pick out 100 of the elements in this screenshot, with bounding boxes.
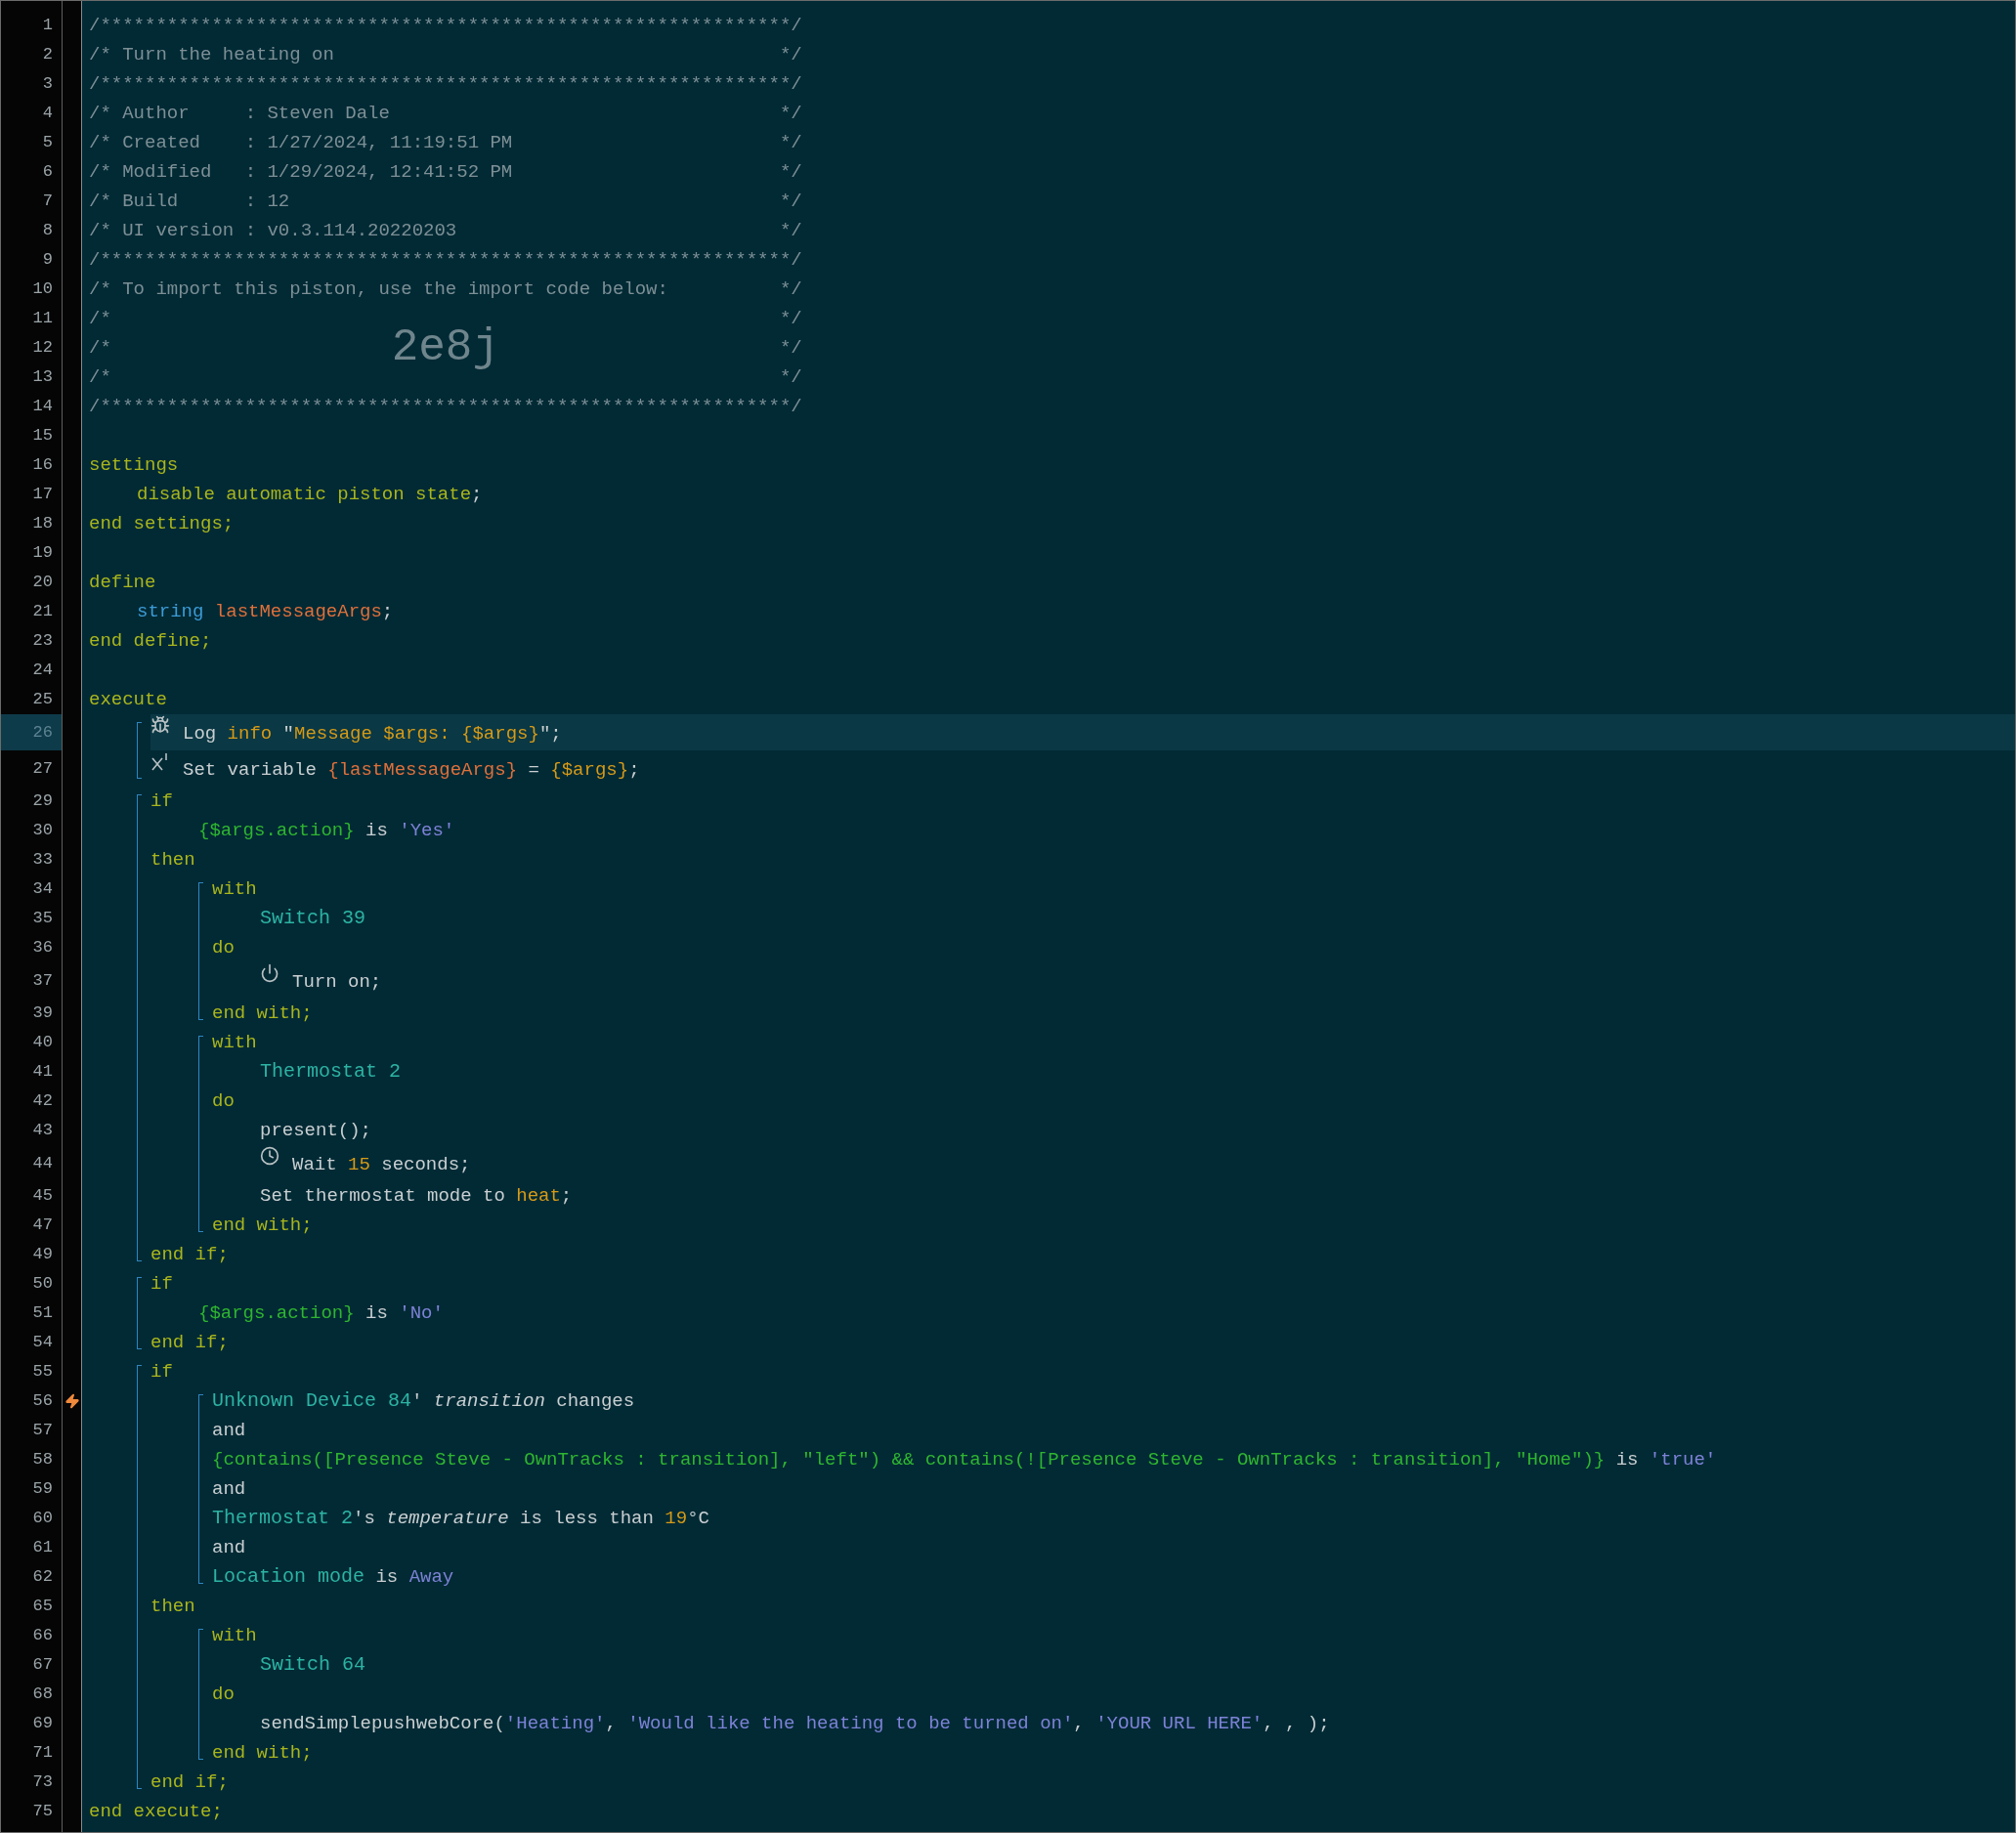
- code-line: Switch 64: [260, 1652, 366, 1678]
- line-number: 2: [41, 44, 54, 66]
- line-number: 43: [31, 1120, 54, 1142]
- line-number: 50: [31, 1273, 54, 1296]
- line-number: 57: [31, 1420, 54, 1442]
- comment-text: /* To import this piston, use the import code below:: [89, 277, 668, 302]
- import-code: 2e8j: [391, 322, 500, 373]
- comment-text: */: [779, 189, 802, 214]
- line-number: 59: [31, 1478, 54, 1501]
- line-number: 24: [31, 660, 54, 682]
- code-line: Thermostat 2's temperature is less than 19°C: [212, 1506, 709, 1531]
- line-number: 27: [31, 757, 54, 780]
- line-number: 7: [41, 191, 54, 213]
- comment-text: */: [779, 159, 802, 185]
- line-number: 10: [31, 278, 54, 301]
- comment-text: /* Turn the heating on: [89, 42, 334, 67]
- comment-text: /**************************************************************/: [89, 247, 802, 273]
- comment-text: */: [779, 130, 802, 155]
- code-line: end with;: [212, 1001, 313, 1026]
- comment-text: */: [779, 306, 802, 331]
- line-number: 73: [31, 1771, 54, 1794]
- line-number: 62: [31, 1566, 54, 1589]
- line-number: 6: [41, 161, 54, 184]
- code-line: do: [212, 1088, 235, 1114]
- line-number: 39: [31, 1002, 54, 1025]
- comment-text: /* Author : Steven Dale: [89, 101, 390, 126]
- comment-text: /**************************************************************/: [89, 71, 802, 97]
- line-number: 42: [31, 1090, 54, 1113]
- line-number: 55: [31, 1361, 54, 1384]
- code-line: end if;: [150, 1242, 229, 1267]
- line-number: 23: [31, 630, 54, 653]
- line-number: 16: [31, 454, 54, 477]
- comment-text: /*: [89, 335, 111, 361]
- code-line: end with;: [212, 1740, 313, 1766]
- line-number: 8: [41, 220, 54, 242]
- line-number: 13: [31, 366, 54, 389]
- code-line: end if;: [150, 1769, 229, 1795]
- clock-icon: [260, 1146, 279, 1166]
- line-number: 18: [31, 513, 54, 535]
- code-line: {$args.action} is 'Yes': [198, 818, 455, 843]
- code-line: execute: [89, 687, 167, 712]
- line-number: 36: [31, 937, 54, 959]
- comment-text: /*: [89, 364, 111, 390]
- code-line: {$args.action} is 'No': [198, 1300, 444, 1326]
- line-number: 29: [31, 790, 54, 813]
- lightning-icon: [64, 1393, 80, 1409]
- line-number: 44: [31, 1152, 54, 1174]
- line-number: 26: [1, 714, 62, 750]
- line-number: 47: [31, 1215, 54, 1237]
- comment-text: /**************************************************************/: [89, 394, 802, 419]
- code-line: end if;: [150, 1330, 229, 1355]
- line-number: 49: [31, 1244, 54, 1266]
- code-line: {contains([Presence Steve - OwnTracks : transition], "left") && contains(![Presence Steve - OwnTracks : transition], "Home")} is 'true': [212, 1447, 1717, 1472]
- line-number: 66: [31, 1625, 54, 1647]
- code-line: Unknown Device 84' transition changes: [212, 1388, 635, 1414]
- comment-text: */: [779, 218, 802, 243]
- code-line: present();: [260, 1118, 372, 1143]
- line-number: 21: [31, 601, 54, 623]
- comment-text: /* Build : 12: [89, 189, 290, 214]
- code-line: then: [150, 1594, 195, 1619]
- line-number: 58: [31, 1449, 54, 1471]
- code-line: end execute;: [89, 1799, 223, 1824]
- line-number: 41: [31, 1061, 54, 1084]
- code-line: and: [212, 1476, 246, 1502]
- code-line: end settings;: [89, 511, 235, 536]
- code-line: end define;: [89, 628, 212, 654]
- code-line: Set variable {lastMessageArgs} = {$args};: [183, 757, 640, 783]
- line-number: 25: [31, 689, 54, 711]
- code-line: do: [212, 1682, 235, 1707]
- code-line: settings: [89, 452, 179, 478]
- code-line: end with;: [212, 1213, 313, 1238]
- bug-icon: [150, 715, 170, 735]
- variable-icon: [150, 751, 170, 771]
- code-line: Thermostat 2: [260, 1059, 402, 1085]
- code-line: Set thermostat mode to heat;: [260, 1183, 573, 1209]
- code-line: define: [89, 570, 156, 595]
- line-number: 68: [31, 1684, 54, 1706]
- code-line: and: [212, 1418, 246, 1443]
- line-number: 9: [41, 249, 54, 272]
- comment-text: */: [779, 101, 802, 126]
- line-number: 45: [31, 1185, 54, 1208]
- line-number: 67: [31, 1654, 54, 1677]
- code-line: if: [150, 1359, 173, 1385]
- code-line: Log info "Message $args: {$args}";: [183, 721, 562, 746]
- comment-text: /* UI version : v0.3.114.20220203: [89, 218, 457, 243]
- comment-text: /* Created : 1/27/2024, 11:19:51 PM: [89, 130, 513, 155]
- line-number: 56: [31, 1390, 54, 1413]
- code-line: with: [212, 1623, 257, 1648]
- line-number: 12: [31, 337, 54, 360]
- line-number: 61: [31, 1537, 54, 1559]
- code-line: and: [212, 1535, 246, 1560]
- line-number: 60: [31, 1508, 54, 1530]
- line-number: 33: [31, 849, 54, 872]
- line-number: 54: [31, 1332, 54, 1354]
- code-line: sendSimplepushwebCore('Heating', 'Would like the heating to be turned on', 'YOUR URL HERE', , );: [260, 1711, 1330, 1736]
- code-line: Location mode is Away: [212, 1564, 454, 1590]
- comment-text: /* Modified : 1/29/2024, 12:41:52 PM: [89, 159, 513, 185]
- line-number: 17: [31, 484, 54, 506]
- line-number: 11: [31, 308, 54, 330]
- line-number: 15: [31, 425, 54, 448]
